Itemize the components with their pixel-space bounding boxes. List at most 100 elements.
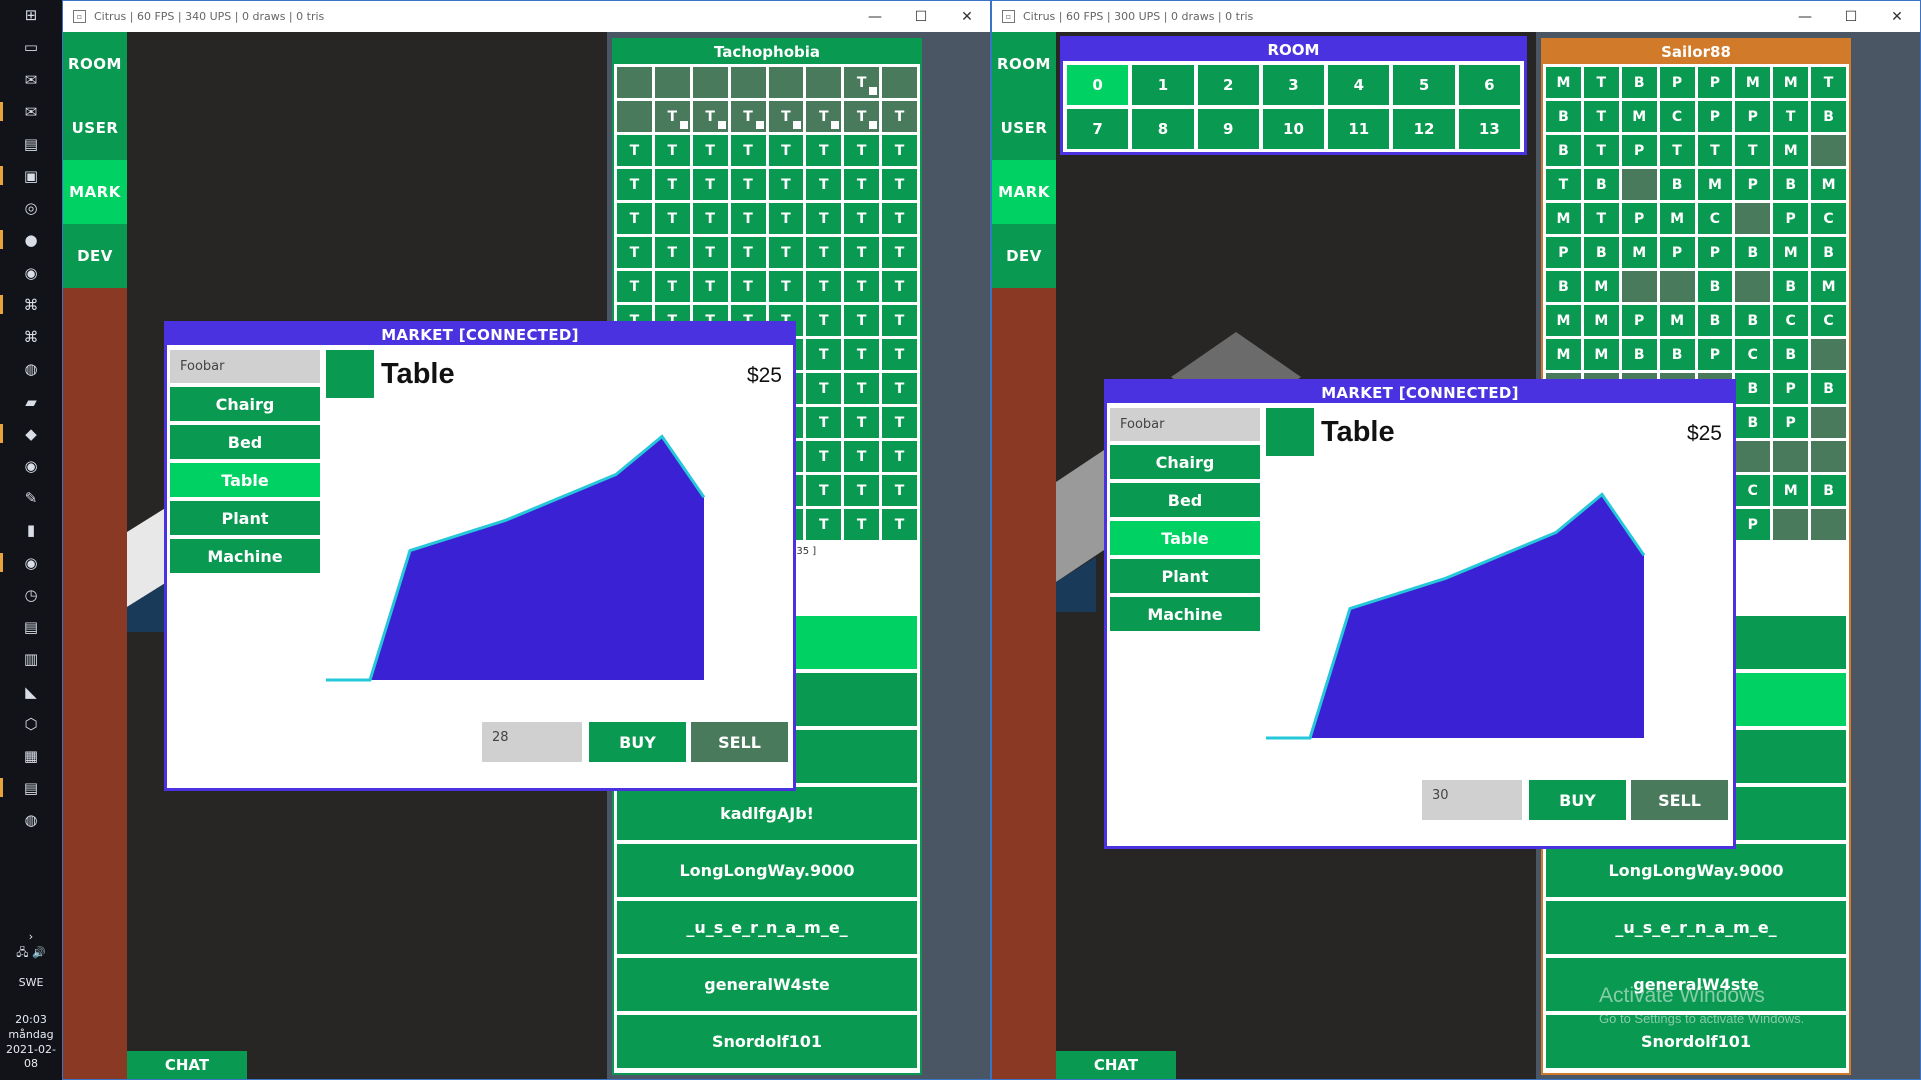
room-button[interactable]: 6 xyxy=(1458,65,1520,105)
file-explorer-icon[interactable]: ▤ xyxy=(19,132,43,156)
inventory-slot[interactable]: T xyxy=(692,169,728,200)
inventory-slot[interactable]: B xyxy=(1735,237,1771,268)
inventory-slot[interactable]: T xyxy=(806,305,842,336)
inventory-slot[interactable]: T xyxy=(844,203,880,234)
inventory-slot[interactable]: B xyxy=(1546,101,1581,132)
inventory-slot[interactable]: T xyxy=(882,373,917,404)
inventory-slot[interactable]: T xyxy=(806,441,842,472)
inventory-slot[interactable]: P xyxy=(1697,101,1733,132)
inventory-slot[interactable]: P xyxy=(1773,203,1809,234)
inventory-slot[interactable]: B xyxy=(1697,271,1733,302)
market-item-bed[interactable]: Bed xyxy=(1110,483,1260,517)
inventory-slot[interactable]: B xyxy=(1735,305,1771,336)
inventory-slot[interactable]: M xyxy=(1546,305,1581,336)
obs-icon[interactable]: ◉ xyxy=(19,454,43,478)
taskbar-chevron[interactable]: › xyxy=(0,930,62,944)
inventory-slot[interactable]: T xyxy=(806,237,842,268)
inventory-slot[interactable]: T xyxy=(654,101,690,132)
inventory-slot[interactable]: P xyxy=(1621,135,1657,166)
chat-button[interactable]: CHAT xyxy=(127,1051,247,1079)
clock-day[interactable]: måndag xyxy=(0,1028,62,1042)
inventory-slot[interactable]: B xyxy=(1659,169,1695,200)
inventory-slot[interactable] xyxy=(1773,509,1809,540)
inventory-slot[interactable]: T xyxy=(806,169,842,200)
user-list-item[interactable]: LongLongWay.9000 xyxy=(617,844,917,897)
nav-room[interactable]: ROOM xyxy=(992,32,1056,96)
inventory-slot[interactable]: M xyxy=(1546,203,1581,234)
inventory-slot[interactable]: C xyxy=(1735,475,1771,506)
inventory-slot[interactable]: M xyxy=(1659,203,1695,234)
sell-button[interactable]: SELL xyxy=(691,722,788,762)
room-button[interactable]: 1 xyxy=(1132,65,1194,105)
market-item-bed[interactable]: Bed xyxy=(170,425,320,459)
inventory-slot[interactable]: T xyxy=(617,271,652,302)
inventory-slot[interactable]: M xyxy=(1621,101,1657,132)
room-button[interactable]: 8 xyxy=(1132,109,1194,149)
sell-button[interactable]: SELL xyxy=(1631,780,1728,820)
inventory-slot[interactable]: T xyxy=(768,203,804,234)
sublime-icon[interactable]: ▰ xyxy=(19,390,43,414)
inventory-slot[interactable]: T xyxy=(844,169,880,200)
inventory-slot[interactable] xyxy=(768,67,804,98)
inventory-slot[interactable]: P xyxy=(1773,407,1809,438)
inventory-slot[interactable]: T xyxy=(806,475,842,506)
inventory-slot[interactable]: M xyxy=(1773,67,1809,98)
windows-start-icon[interactable]: ⊞ xyxy=(19,3,43,27)
nav-mark[interactable]: MARK xyxy=(63,160,127,224)
inventory-slot[interactable]: M xyxy=(1811,271,1846,302)
inventory-slot[interactable]: T xyxy=(654,135,690,166)
inventory-slot[interactable]: T xyxy=(806,339,842,370)
inventory-slot[interactable]: P xyxy=(1659,237,1695,268)
inventory-slot[interactable]: P xyxy=(1735,169,1771,200)
inventory-slot[interactable]: C xyxy=(1697,203,1733,234)
inventory-slot[interactable]: T xyxy=(768,237,804,268)
market-item-table[interactable]: Table xyxy=(1110,521,1260,555)
inventory-slot[interactable] xyxy=(1773,441,1809,472)
buy-button[interactable]: BUY xyxy=(589,722,686,762)
inventory-slot[interactable]: T xyxy=(692,237,728,268)
inventory-slot[interactable]: T xyxy=(844,339,880,370)
inventory-slot[interactable] xyxy=(1811,339,1846,370)
inventory-slot[interactable]: T xyxy=(844,475,880,506)
room-button[interactable]: 12 xyxy=(1393,109,1455,149)
inventory-slot[interactable]: T xyxy=(1773,101,1809,132)
inventory-slot[interactable]: B xyxy=(1583,237,1619,268)
inventory-slot[interactable]: T xyxy=(1583,135,1619,166)
inventory-slot[interactable]: B xyxy=(1811,101,1846,132)
network-volume-icons[interactable]: 🖧 🔊 xyxy=(0,946,62,960)
inventory-slot[interactable]: T xyxy=(692,203,728,234)
minimize-icon[interactable]: — xyxy=(1782,1,1828,32)
inventory-slot[interactable]: T xyxy=(882,203,917,234)
app-icon[interactable]: ◆ xyxy=(19,422,43,446)
market-item-chairg[interactable]: Chairg xyxy=(1110,445,1260,479)
inventory-slot[interactable]: T xyxy=(806,407,842,438)
inventory-slot[interactable] xyxy=(1811,509,1846,540)
inventory-slot[interactable]: T xyxy=(1735,135,1771,166)
buy-button[interactable]: BUY xyxy=(1529,780,1626,820)
task-view-icon[interactable]: ▭ xyxy=(19,35,43,59)
tool-icon[interactable]: ✎ xyxy=(19,486,43,510)
inventory-slot[interactable]: T xyxy=(844,271,880,302)
inventory-slot[interactable]: T xyxy=(844,441,880,472)
inventory-slot[interactable]: T xyxy=(882,407,917,438)
inventory-slot[interactable] xyxy=(1621,271,1657,302)
inventory-slot[interactable]: B xyxy=(1546,271,1581,302)
steam-icon[interactable]: ▥ xyxy=(19,647,43,671)
inventory-slot[interactable]: T xyxy=(806,271,842,302)
quantity-input[interactable]: 28 xyxy=(482,722,582,762)
nav-user[interactable]: USER xyxy=(992,96,1056,160)
nav-room[interactable]: ROOM xyxy=(63,32,127,96)
paint-icon[interactable]: ▦ xyxy=(19,744,43,768)
outlook-icon[interactable]: ✉ xyxy=(19,68,43,92)
market-item-plant[interactable]: Plant xyxy=(170,501,320,535)
inventory-slot[interactable] xyxy=(1811,135,1846,166)
inventory-slot[interactable]: C xyxy=(1811,203,1846,234)
visual-studio-icon[interactable]: ⌘ xyxy=(19,293,43,317)
market-item-machine[interactable]: Machine xyxy=(1110,597,1260,631)
inventory-slot[interactable]: T xyxy=(882,441,917,472)
inventory-slot[interactable]: T xyxy=(882,339,917,370)
nav-dev[interactable]: DEV xyxy=(992,224,1056,288)
inventory-slot[interactable]: T xyxy=(1659,135,1695,166)
inventory-slot[interactable]: T xyxy=(882,169,917,200)
inventory-slot[interactable]: T xyxy=(617,237,652,268)
